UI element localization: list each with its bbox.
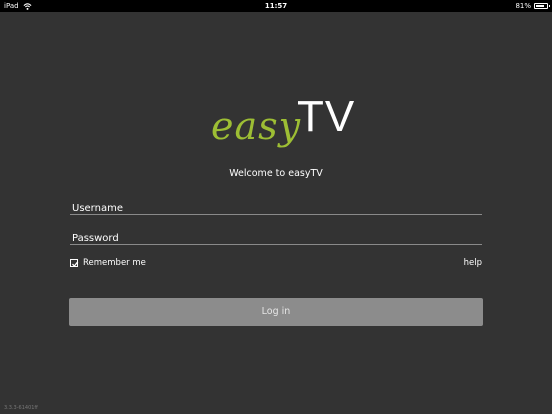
battery-level-fill: [536, 5, 544, 7]
remember-me-toggle[interactable]: Remember me: [70, 258, 146, 268]
password-field[interactable]: [70, 226, 482, 248]
remember-me-label: Remember me: [83, 258, 146, 268]
logo-easy-text: easy: [211, 104, 302, 148]
help-link[interactable]: help: [464, 258, 482, 268]
battery-tip: [549, 5, 550, 7]
status-right: 81%: [515, 0, 550, 12]
easytv-logo: easy TV: [205, 90, 354, 160]
password-input[interactable]: [70, 229, 482, 248]
status-bar: iPad 11:57 81%: [0, 0, 552, 12]
remember-me-checkbox[interactable]: [70, 259, 79, 267]
checkmark-icon: [72, 261, 79, 267]
logo-tv-text: TV: [297, 92, 356, 141]
version-label: 3.3.3-61401ff: [4, 405, 38, 411]
battery-icon: [534, 3, 550, 9]
login-button[interactable]: Log in: [69, 298, 483, 326]
username-field[interactable]: [70, 196, 482, 218]
welcome-text: Welcome to easyTV: [229, 168, 323, 179]
battery-percent: 81%: [515, 2, 531, 10]
username-input[interactable]: [70, 199, 482, 218]
status-time: 11:57: [264, 2, 288, 10]
